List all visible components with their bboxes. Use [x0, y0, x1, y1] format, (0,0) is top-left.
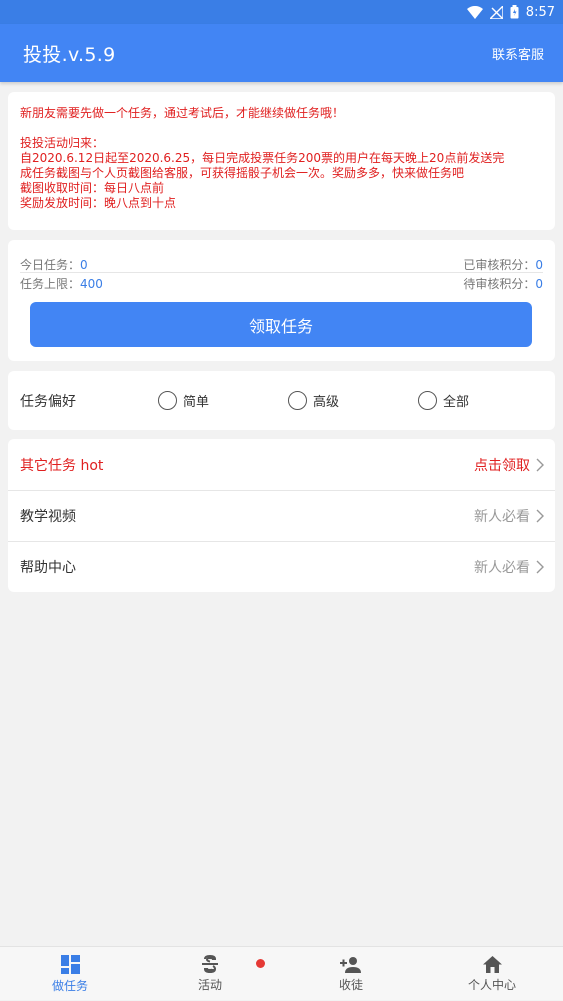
task-limit-value: 400 — [80, 277, 103, 291]
nav-activity[interactable]: 活动 — [140, 947, 280, 1001]
today-tasks-label: 今日任务： — [20, 258, 81, 272]
notice-line: 截图收取时间：每日八点前 — [20, 181, 165, 195]
approved-points-value: 0 — [535, 258, 543, 272]
app-title: 投投.v.5.9 — [23, 43, 116, 66]
contact-support-button[interactable]: 联系客服 — [492, 44, 544, 63]
status-bar: 8:57 — [0, 0, 563, 24]
notice-line: 新朋友需要先做一个任务，通过考试后，才能继续做任务哦！ — [20, 106, 345, 120]
list-item-action: 新人必看 — [474, 508, 530, 525]
nav-label: 活动 — [197, 978, 222, 992]
radio-circle-icon — [158, 391, 177, 410]
nav-label: 个人中心 — [467, 977, 516, 992]
task-preference-label: 任务偏好 — [20, 393, 76, 410]
nav-tasks[interactable]: 做任务 — [0, 947, 140, 1001]
list-item-tutorial-video[interactable]: 教学视频 新人必看 — [8, 490, 555, 541]
radio-simple[interactable]: 简单 — [158, 391, 209, 410]
nav-label: 做任务 — [51, 978, 88, 993]
list-item-other-tasks[interactable]: 其它任务 hot 点击领取 — [8, 439, 555, 490]
task-limit-label: 任务上限： — [20, 277, 81, 291]
radio-all[interactable]: 全部 — [418, 391, 469, 410]
list-item-help-center[interactable]: 帮助中心 新人必看 — [8, 541, 555, 592]
chevron-right-icon — [536, 560, 544, 573]
home-icon — [482, 955, 502, 973]
approved-points-label: 已审核积分： — [463, 258, 536, 272]
radio-advanced[interactable]: 高级 — [288, 391, 339, 410]
nav-disciples[interactable]: 收徒 — [281, 947, 421, 1001]
list-item-label: 教学视频 — [20, 508, 76, 525]
task-limit: 任务上限：400 — [20, 275, 103, 292]
today-tasks-value: 0 — [80, 258, 88, 272]
bottom-nav: 做任务 活动 收徒 个人中心 — [0, 946, 563, 1000]
strikethrough-icon — [202, 955, 218, 973]
approved-points: 已审核积分：0 — [463, 256, 543, 273]
battery-icon — [510, 5, 519, 19]
list-item-action: 新人必看 — [474, 559, 530, 576]
app-bar: 投投.v.5.9 联系客服 — [0, 24, 563, 82]
radio-circle-icon — [288, 391, 307, 410]
stats-card: 今日任务：0 已审核积分：0 任务上限：400 待审核积分：0 领取任务 — [8, 240, 555, 361]
chevron-right-icon — [536, 458, 544, 471]
dashboard-icon — [60, 954, 80, 974]
notice-line: 自2020.6.12日起至2020.6.25，每日完成投票任务200票的用户在每… — [20, 151, 505, 165]
wifi-icon — [466, 5, 483, 19]
claim-task-button[interactable]: 领取任务 — [30, 302, 532, 347]
radio-circle-icon — [418, 391, 437, 410]
radio-label: 全部 — [443, 395, 470, 410]
radio-label: 简单 — [183, 395, 210, 410]
notice-card: 新朋友需要先做一个任务，通过考试后，才能继续做任务哦！ 投投活动归来： 自202… — [8, 92, 555, 230]
stat-row: 今日任务：0 已审核积分：0 — [20, 256, 543, 273]
radio-label: 高级 — [313, 395, 340, 410]
status-time: 8:57 — [525, 4, 555, 20]
divider — [20, 272, 543, 273]
task-preference-card: 任务偏好 简单 高级 全部 — [8, 371, 555, 430]
notice-line: 成任务截图与个人页截图给客服，可获得摇骰子机会一次。奖励多多，快来做任务吧 — [20, 166, 465, 180]
today-tasks: 今日任务：0 — [20, 256, 88, 273]
stat-row: 任务上限：400 待审核积分：0 — [20, 275, 543, 292]
notice-line: 奖励发放时间：晚八点到十点 — [20, 196, 177, 210]
signal-icon — [489, 5, 503, 19]
pending-points-value: 0 — [535, 277, 543, 291]
list-item-action: 点击领取 — [474, 457, 530, 474]
list-item-label: 其它任务 hot — [20, 457, 104, 474]
list-item-label: 帮助中心 — [20, 559, 76, 576]
chevron-right-icon — [536, 509, 544, 522]
notice-line: 投投活动归来： — [20, 136, 105, 150]
menu-list-card: 其它任务 hot 点击领取 教学视频 新人必看 帮助中心 新人必看 — [8, 439, 555, 592]
nav-label: 收徒 — [338, 977, 363, 992]
notification-dot — [256, 959, 265, 968]
nav-profile[interactable]: 个人中心 — [422, 947, 562, 1001]
add-person-icon — [340, 956, 361, 973]
pending-points: 待审核积分：0 — [463, 275, 543, 292]
pending-points-label: 待审核积分： — [463, 277, 536, 291]
